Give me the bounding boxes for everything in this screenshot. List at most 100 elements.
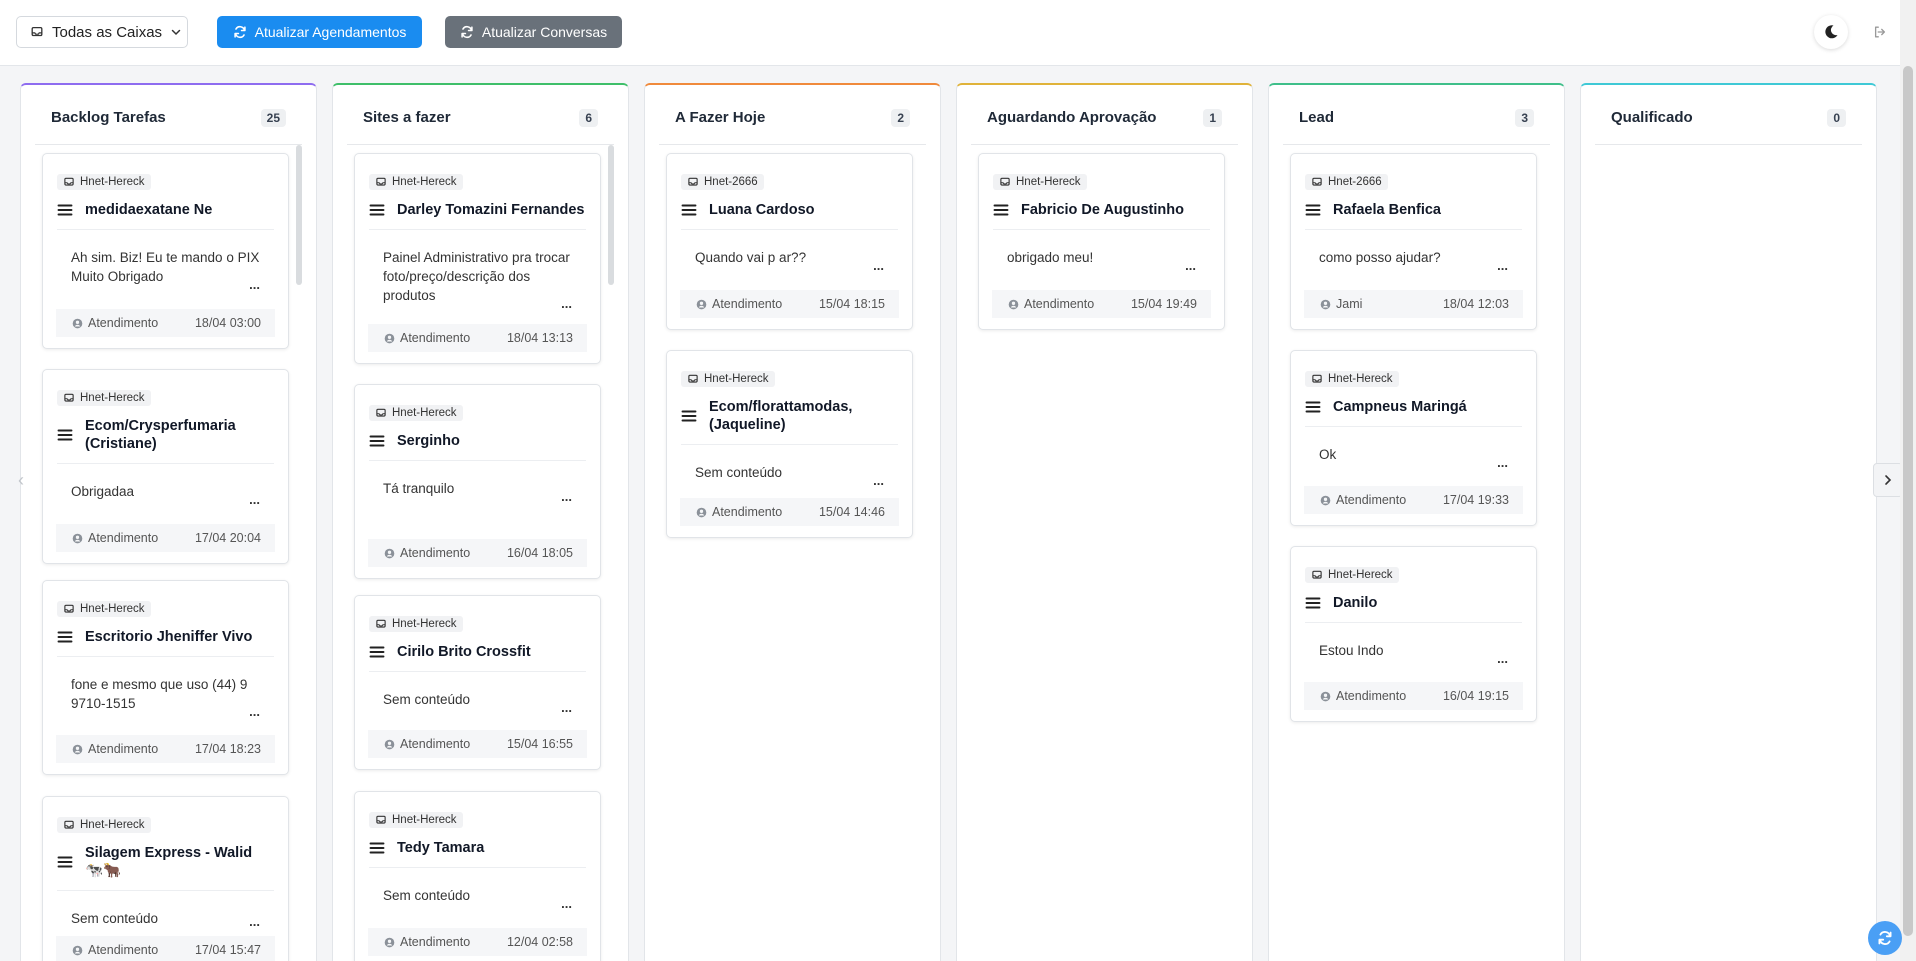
user-circle-icon [696, 299, 707, 310]
refresh-fab-button[interactable] [1868, 921, 1902, 955]
page-scrollbar[interactable] [1900, 0, 1916, 961]
more-options-button[interactable]: ... [561, 894, 572, 913]
more-options-button[interactable]: ... [873, 256, 884, 275]
more-options-button[interactable]: ... [1497, 453, 1508, 472]
last-message-text: fone e mesmo que uso (44) 9 9710-1515 [71, 677, 248, 711]
hamburger-icon[interactable] [369, 840, 385, 856]
conversation-card[interactable]: Hnet-Hereck Darley Tomazini Fernandes Pain… [354, 153, 601, 364]
conversation-card[interactable]: Hnet-Hereck Cirilo Brito Crossfit Sem cont… [354, 595, 601, 770]
conversation-card[interactable]: Hnet-Hereck Campneus Maringá Ok... Atendime… [1290, 350, 1537, 526]
card-header: Hnet-2666 Luana Cardoso [681, 154, 898, 230]
last-message-text: como posso ajudar? [1319, 250, 1441, 265]
scroll-left-arrow[interactable]: ‹ [18, 470, 24, 491]
contact-name: Ecom/florattamodas, (Jaqueline) [709, 399, 853, 433]
inbox-select[interactable]: Todas as Caixas [16, 16, 188, 48]
card-header: Hnet-Hereck Campneus Maringá [1305, 351, 1522, 427]
agent-name: Atendimento [1336, 689, 1407, 703]
hamburger-icon[interactable] [681, 202, 697, 218]
refresh-icon [1877, 930, 1893, 946]
last-message: Quando vai p ar??... [681, 230, 898, 273]
inbox-tag: Hnet-Hereck [369, 616, 463, 632]
last-message-text: Sem conteúdo [71, 911, 159, 926]
more-options-button[interactable]: ... [1497, 256, 1508, 275]
inbox-icon [63, 819, 75, 831]
inbox-tag: Hnet-Hereck [57, 601, 151, 617]
column-scrollbar[interactable] [296, 145, 302, 285]
card-timestamp: 12/04 02:58 [506, 935, 573, 949]
hamburger-icon[interactable] [57, 629, 73, 645]
column-scrollbar[interactable] [608, 145, 614, 285]
hamburger-icon[interactable] [1305, 202, 1321, 218]
refresh-icon [460, 25, 474, 39]
more-options-button[interactable]: ... [561, 294, 572, 313]
more-options-button[interactable]: ... [249, 912, 260, 931]
inbox-tag-label: Hnet-Hereck [392, 814, 457, 826]
conversation-card[interactable]: Hnet-2666 Luana Cardoso Quando vai p ar??.… [666, 153, 913, 330]
conversation-card[interactable]: Hnet-Hereck Ecom/florattamodas, (Jaquelin… [666, 350, 913, 538]
more-options-button[interactable]: ... [1185, 256, 1196, 275]
contact-name: Escritorio Jheniffer Vivo [85, 629, 253, 645]
scroll-right-button[interactable] [1873, 463, 1903, 497]
user-circle-icon [1320, 691, 1331, 702]
card-footer: Atendimento 15/04 19:49 [992, 290, 1211, 318]
hamburger-icon[interactable] [1305, 399, 1321, 415]
inbox-tag: Hnet-Hereck [681, 371, 775, 387]
last-message-text: Sem conteúdo [695, 465, 783, 480]
hamburger-icon[interactable] [369, 433, 385, 449]
more-options-button[interactable]: ... [249, 275, 260, 294]
last-message-text: Tá tranquilo [383, 481, 455, 496]
more-options-button[interactable]: ... [249, 490, 260, 509]
hamburger-icon[interactable] [57, 202, 73, 218]
inbox-icon [30, 25, 44, 39]
hamburger-icon[interactable] [681, 408, 697, 424]
contact-name: Luana Cardoso [709, 202, 815, 218]
update-conversations-button[interactable]: Atualizar Conversas [445, 16, 622, 48]
conversation-card[interactable]: Hnet-Hereck Escritorio Jheniffer Vivo fone… [42, 580, 289, 775]
conversation-card[interactable]: Hnet-Hereck Danilo Estou Indo... Atendiment… [1290, 546, 1537, 722]
card-timestamp: 16/04 18:05 [506, 546, 573, 560]
hamburger-icon[interactable] [57, 427, 73, 443]
card-name-row: Escritorio Jheniffer Vivo [57, 628, 274, 656]
card-header: Hnet-Hereck Cirilo Brito Crossfit [369, 596, 586, 672]
more-options-button[interactable]: ... [873, 471, 884, 490]
theme-toggle-button[interactable] [1814, 15, 1848, 49]
hamburger-icon[interactable] [57, 854, 73, 870]
conversation-card[interactable]: Hnet-Hereck medidaexatane Ne Ah sim. Biz! … [42, 153, 289, 349]
card-header: Hnet-Hereck Silagem Express - Walid 🐄🐂 [57, 797, 274, 891]
hamburger-icon[interactable] [369, 644, 385, 660]
last-message: Ah sim. Biz! Eu te mando o PIX Muito Obr… [57, 230, 274, 292]
more-options-button[interactable]: ... [561, 698, 572, 717]
inbox-tag: Hnet-Hereck [57, 390, 151, 406]
refresh-icon [233, 25, 247, 39]
inbox-icon [375, 618, 387, 630]
conversation-card[interactable]: Hnet-Hereck Serginho Tá tranquilo... Atendi… [354, 384, 601, 579]
more-options-button[interactable]: ... [249, 702, 260, 721]
hamburger-icon[interactable] [1305, 595, 1321, 611]
hamburger-icon[interactable] [993, 202, 1009, 218]
last-message: Sem conteúdo... [369, 672, 586, 715]
logout-icon [1874, 26, 1886, 38]
conversation-card[interactable]: Hnet-Hereck Fabricio De Augustinho obrigad… [978, 153, 1225, 330]
conversation-card[interactable]: Hnet-Hereck Tedy Tamara Sem conteúdo... Ate… [354, 791, 601, 961]
inbox-icon [687, 176, 699, 188]
last-message-text: Quando vai p ar?? [695, 250, 807, 265]
inbox-tag-label: Hnet-Hereck [80, 392, 145, 404]
inbox-icon [1311, 569, 1323, 581]
inbox-tag-label: Hnet-Hereck [392, 176, 457, 188]
card-timestamp: 17/04 20:04 [194, 531, 261, 545]
conversation-card[interactable]: Hnet-Hereck Silagem Express - Walid 🐄🐂 Sem… [42, 796, 289, 961]
conversation-card[interactable]: Hnet-Hereck Ecom/Crysperfumaria (Cristian… [42, 369, 289, 564]
card-footer: Atendimento 17/04 19:33 [1304, 486, 1523, 514]
column-count-badge: 2 [891, 108, 910, 127]
update-schedules-button[interactable]: Atualizar Agendamentos [217, 16, 422, 48]
inbox-icon [375, 407, 387, 419]
column-count-badge: 25 [260, 108, 286, 127]
card-footer: Atendimento 15/04 18:15 [680, 290, 899, 318]
hamburger-icon[interactable] [369, 202, 385, 218]
logout-button[interactable] [1870, 22, 1890, 42]
more-options-button[interactable]: ... [561, 487, 572, 506]
card-timestamp: 17/04 19:33 [1442, 493, 1509, 507]
more-options-button[interactable]: ... [1497, 649, 1508, 668]
page-scrollbar-thumb[interactable] [1903, 66, 1913, 936]
conversation-card[interactable]: Hnet-2666 Rafaela Benfica como posso ajuda… [1290, 153, 1537, 330]
